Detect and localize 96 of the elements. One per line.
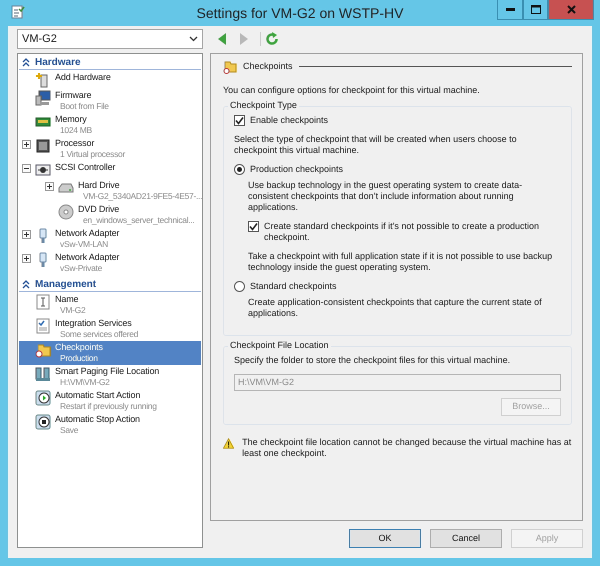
- item-label: DVD Drive: [78, 204, 120, 215]
- folder-icon: [223, 60, 237, 74]
- radio-label[interactable]: Standard checkpoints: [250, 280, 337, 292]
- item-detail: H:\VM\VM-G2: [59, 377, 111, 388]
- chip-icon: [35, 138, 51, 154]
- expand-icon[interactable]: [22, 254, 31, 263]
- description-text: Take a checkpoint with full application state if it is not possible to use backup technology inside the guest operating system.: [248, 250, 554, 273]
- stop-icon: [35, 414, 51, 430]
- expand-icon[interactable]: [45, 182, 54, 191]
- folder-icon: [35, 342, 51, 358]
- item-detail: Boot from File: [59, 101, 109, 112]
- expand-icon[interactable]: [22, 140, 31, 149]
- close-icon: [566, 5, 576, 14]
- item-label: SCSI Controller: [55, 162, 116, 173]
- tree-item[interactable]: SCSI Controller: [19, 161, 201, 179]
- checklist-icon: [35, 318, 51, 334]
- item-detail: Restart if previously running: [59, 401, 157, 412]
- intro-text: You can configure options for checkpoint for this virtual machine.: [223, 84, 481, 96]
- item-label: Integration Services: [55, 318, 133, 329]
- item-label: Add Hardware: [55, 72, 111, 83]
- description-text: Specify the folder to store the checkpoint files for this virtual machine.: [234, 354, 512, 366]
- item-detail: Save: [59, 425, 80, 436]
- tree-item[interactable]: Automatic Start Action Restart if previously running: [19, 389, 201, 413]
- checkbox[interactable]: [234, 114, 245, 126]
- dialog-button[interactable]: Cancel: [430, 529, 502, 548]
- maximize-button[interactable]: [523, 0, 548, 20]
- item-detail: VM-G2_5340AD21-9FE5-4E57-...: [82, 191, 202, 202]
- description-text: Use backup technology in the guest operating system to create data-consistent checkpoints that don’t include information about running applications.: [248, 180, 524, 213]
- item-detail: Some services offered: [59, 329, 138, 340]
- item-label: Checkpoints: [55, 342, 103, 353]
- server-icon: [35, 366, 51, 382]
- tree-item[interactable]: Firmware Boot from File: [19, 89, 201, 113]
- item-label: Hard Drive: [78, 180, 121, 191]
- text-cursor-icon: [35, 294, 51, 310]
- vm-dropdown[interactable]: VM-G2: [17, 29, 203, 49]
- item-label: Memory: [55, 114, 88, 125]
- tree-item[interactable]: Hard Drive VM-G2_5340AD21-9FE5-4E57-...: [19, 179, 201, 203]
- group-title: Checkpoint Type: [228, 100, 299, 111]
- checkbox-label[interactable]: Create standard checkpoints if it’s not possible to create a production checkpoint.: [264, 220, 561, 243]
- item-label: Name: [55, 294, 80, 305]
- item-detail: vSw-VM-LAN: [59, 239, 110, 250]
- collapse-icon: [22, 280, 30, 288]
- radio-button[interactable]: [234, 280, 245, 292]
- refresh-icon[interactable]: [265, 32, 279, 46]
- minimize-button[interactable]: [497, 0, 523, 20]
- warning-text: The checkpoint file location cannot be changed because the virtual machine has at least one checkpoint.: [242, 436, 572, 459]
- chevron-down-icon: [189, 36, 198, 42]
- tree-item[interactable]: Add Hardware: [19, 71, 201, 89]
- item-detail: en_windows_server_technical...: [82, 215, 194, 226]
- item-label: Network Adapter: [55, 252, 120, 263]
- computer-icon: [35, 90, 51, 106]
- app-icon: [11, 5, 25, 19]
- description-text: Select the type of checkpoint that will be created when users choose to checkpoint this virtual machine.: [234, 134, 518, 156]
- item-detail: Production: [59, 353, 99, 364]
- tree-item[interactable]: Integration Services Some services offered: [19, 317, 201, 341]
- checkbox-label[interactable]: Enable checkpoints: [250, 114, 328, 126]
- section-header: Hardware: [35, 56, 81, 68]
- tree-item[interactable]: Automatic Stop Action Save: [19, 413, 201, 437]
- item-detail: 1 Virtual processor: [59, 149, 126, 160]
- radio-button[interactable]: [234, 164, 245, 175]
- controller-icon: [35, 162, 51, 178]
- item-label: Processor: [55, 138, 96, 149]
- dialog-button[interactable]: OK: [349, 529, 421, 548]
- item-label: Firmware: [55, 90, 92, 101]
- item-label: Automatic Stop Action: [55, 414, 140, 425]
- radio-label[interactable]: Production checkpoints: [250, 164, 344, 175]
- warning-icon: [223, 436, 234, 450]
- description-text: Create application-consistent checkpoints that capture the current state of applications.: [248, 296, 543, 319]
- tree-item[interactable]: Network Adapter vSw-Private: [19, 251, 201, 275]
- item-detail: vSw-Private: [59, 263, 104, 274]
- tree-item[interactable]: Name VM-G2: [19, 293, 201, 317]
- item-label: Automatic Start Action: [55, 390, 142, 401]
- disc-icon: [58, 204, 74, 220]
- item-detail: VM-G2: [59, 305, 86, 316]
- checkbox[interactable]: [248, 220, 259, 232]
- window-title: Settings for VM-G2 on WSTP-HV: [196, 4, 404, 23]
- back-icon[interactable]: [216, 32, 228, 46]
- collapse-icon[interactable]: [22, 164, 31, 173]
- tree-item[interactable]: Memory 1024 MB: [19, 113, 201, 137]
- item-detail: 1024 MB: [59, 125, 92, 136]
- item-label: Smart Paging File Location: [55, 366, 160, 377]
- section-header: Management: [35, 278, 96, 290]
- collapse-icon: [22, 58, 30, 66]
- item-label: Network Adapter: [55, 228, 120, 239]
- panel-heading: Checkpoints: [243, 61, 293, 72]
- expand-icon[interactable]: [22, 230, 31, 239]
- maximize-icon: [530, 5, 540, 14]
- tree-item[interactable]: Network Adapter vSw-VM-LAN: [19, 227, 201, 251]
- tree-item[interactable]: Processor 1 Virtual processor: [19, 137, 201, 161]
- tree-item[interactable]: Checkpoints Production: [19, 341, 201, 365]
- close-button[interactable]: [548, 0, 594, 20]
- tree-item[interactable]: Smart Paging File Location H:\VM\VM-G2: [19, 365, 201, 389]
- play-icon: [35, 390, 51, 406]
- tree-item[interactable]: DVD Drive en_windows_server_technical...: [19, 203, 201, 227]
- group-title: Checkpoint File Location: [228, 340, 331, 351]
- minimize-icon: [506, 8, 514, 11]
